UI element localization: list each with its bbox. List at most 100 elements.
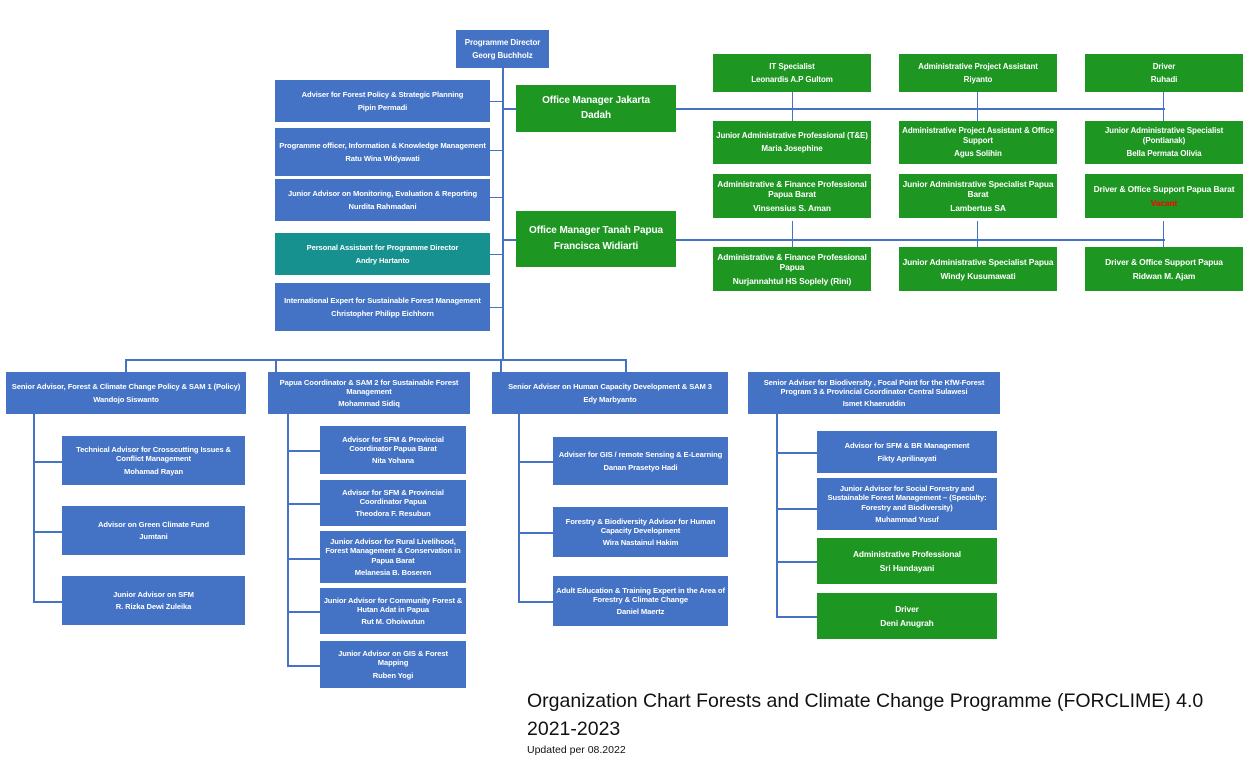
node-title: Office Manager Jakarta — [542, 94, 650, 106]
node-sam3-head[interactable]: Senior Adviser on Human Capacity Develop… — [492, 372, 728, 414]
node-title: Junior Advisor for Social Forestry and S… — [827, 484, 987, 512]
node-person: Christopher Philipp Eichhorn — [331, 308, 434, 318]
node-administrative-project-assistant[interactable]: Administrative Project Assistant Riyanto — [899, 54, 1057, 92]
node-title: Senior Adviser on Human Capacity Develop… — [508, 382, 712, 392]
node-office-manager-jakarta[interactable]: Office Manager Jakarta Dadah — [516, 85, 676, 132]
node-junior-admin-specialist-pontianak[interactable]: Junior Administrative Specialist (Pontia… — [1085, 121, 1243, 164]
node-person: Rut M. Ohoiwutun — [361, 617, 425, 627]
node-admin-finance-professional-papua[interactable]: Administrative & Finance Professional Pa… — [713, 247, 871, 291]
node-junior-admin-professional-te[interactable]: Junior Administrative Professional (T&E)… — [713, 121, 871, 164]
node-sam1-report-1[interactable]: Technical Advisor for Crosscutting Issue… — [62, 436, 245, 485]
node-person: Andry Hartanto — [355, 255, 410, 265]
node-office-manager-tanah-papua[interactable]: Office Manager Tanah Papua Francisca Wid… — [516, 211, 676, 267]
node-junior-admin-specialist-papua[interactable]: Junior Administrative Specialist Papua W… — [899, 247, 1057, 291]
node-person: Ratu Wina Widyawati — [345, 153, 420, 163]
node-person: Edy Marbyanto — [583, 394, 637, 404]
node-title: Administrative Project Assistant — [918, 61, 1038, 71]
node-title: Junior Advisor on GIS & Forest Mapping — [338, 649, 448, 668]
node-admin-project-assistant-office-support[interactable]: Administrative Project Assistant & Offic… — [899, 121, 1057, 164]
node-driver-jakarta[interactable]: Driver Ruhadi — [1085, 54, 1243, 92]
node-sam4-report-4[interactable]: Driver Deni Anugrah — [817, 593, 997, 639]
connector-stub-staff-2 — [490, 150, 504, 151]
org-chart-canvas: Programme Director Georg Buchholz Office… — [0, 0, 1250, 768]
connector-stub-staff-1 — [490, 101, 504, 102]
node-person: Danan Prasetyo Hadi — [603, 462, 678, 472]
node-title: Papua Coordinator & SAM 2 for Sustainabl… — [279, 377, 459, 396]
node-international-expert-sfm[interactable]: International Expert for Sustainable For… — [275, 283, 490, 331]
node-person: Mohamad Rayan — [123, 466, 184, 476]
node-programme-officer-knowledge[interactable]: Programme officer, Information & Knowled… — [275, 128, 490, 176]
node-sam1-head[interactable]: Senior Advisor, Forest & Climate Change … — [6, 372, 246, 414]
connector-jakarta-spine — [676, 108, 1165, 110]
node-sam2-report-3[interactable]: Junior Advisor for Rural Livelihood, For… — [320, 531, 466, 583]
node-person: Riyanto — [963, 74, 993, 84]
node-sam1-report-3[interactable]: Junior Advisor on SFM R. Rizka Dewi Zule… — [62, 576, 245, 625]
node-title: Advisor on Green Climate Fund — [97, 519, 210, 529]
connector-sam4-branch-1 — [776, 452, 817, 454]
node-title: Administrative & Finance Professional Pa… — [717, 179, 867, 200]
node-it-specialist[interactable]: IT Specialist Leonardis A.P Gultom — [713, 54, 871, 92]
node-person: Pipin Permadi — [357, 102, 408, 112]
connector-sam-drop-1 — [125, 359, 127, 373]
node-person: Vacant — [1150, 197, 1178, 208]
node-person: Jumtani — [139, 532, 168, 541]
node-title: Driver & Office Support Papua — [1105, 257, 1223, 268]
node-person: Ruhadi — [1150, 74, 1178, 84]
node-sam1-report-2[interactable]: Advisor on Green Climate Fund Jumtani — [62, 506, 245, 555]
node-driver-office-support-papua-barat[interactable]: Driver & Office Support Papua Barat Vaca… — [1085, 174, 1243, 218]
node-title: Forestry & Biodiversity Advisor for Huma… — [565, 516, 716, 535]
connector-sam2-branch-1 — [287, 450, 320, 452]
node-sam2-head[interactable]: Papua Coordinator & SAM 2 for Sustainabl… — [268, 372, 470, 414]
node-sam2-report-1[interactable]: Advisor for SFM & Provincial Coordinator… — [320, 426, 466, 474]
node-person: Fikty Aprilinayati — [877, 453, 937, 463]
connector-sam3-branch-3 — [518, 601, 553, 603]
node-junior-advisor-monitoring[interactable]: Junior Advisor on Monitoring, Evaluation… — [275, 179, 490, 221]
node-driver-office-support-papua[interactable]: Driver & Office Support Papua Ridwan M. … — [1085, 247, 1243, 291]
connector-stub-staff-5 — [490, 307, 504, 308]
node-personal-assistant[interactable]: Personal Assistant for Programme Directo… — [275, 233, 490, 275]
connector-sam2-branch-3 — [287, 558, 320, 560]
node-title: Driver — [895, 604, 919, 615]
node-person: Ruben Yogi — [372, 670, 414, 680]
node-title: Junior Advisor for Community Forest & Hu… — [323, 595, 463, 614]
node-title: IT Specialist — [769, 61, 815, 71]
connector-sam1-spine — [33, 414, 35, 601]
node-sam4-report-1[interactable]: Advisor for SFM & BR Management Fikty Ap… — [817, 431, 997, 473]
caption-line-1: Organization Chart Forests and Climate C… — [527, 690, 1204, 712]
node-programme-director[interactable]: Programme Director Georg Buchholz — [456, 30, 549, 68]
connector-sam-drop-4 — [625, 359, 627, 373]
node-title: Junior Advisor for Rural Livelihood, For… — [325, 537, 461, 565]
connector-sam4-branch-3 — [776, 561, 817, 563]
node-sam4-report-2[interactable]: Junior Advisor for Social Forestry and S… — [817, 478, 997, 530]
node-sam3-report-3[interactable]: Adult Education & Training Expert in the… — [553, 576, 728, 626]
node-admin-finance-professional-papua-barat[interactable]: Administrative & Finance Professional Pa… — [713, 174, 871, 218]
connector-stub-office-jakarta — [502, 108, 516, 110]
connector-sam-drop-2 — [275, 359, 277, 373]
node-adviser-forest-policy[interactable]: Adviser for Forest Policy & Strategic Pl… — [275, 80, 490, 122]
node-title: Junior Administrative Professional (T&E) — [716, 131, 868, 141]
node-sam2-report-2[interactable]: Advisor for SFM & Provincial Coordinator… — [320, 480, 466, 526]
node-person: Leonardis A.P Gultom — [751, 74, 833, 84]
node-sam4-head[interactable]: Senior Adviser for Biodiversity , Focal … — [748, 372, 1000, 414]
connector-sam2-branch-2 — [287, 503, 320, 505]
node-person: Lambertus SA — [950, 202, 1006, 213]
node-junior-admin-specialist-papua-barat[interactable]: Junior Administrative Specialist Papua B… — [899, 174, 1057, 218]
connector-sam2-branch-5 — [287, 665, 320, 667]
node-person: Deni Anugrah — [880, 617, 934, 628]
connector-sam3-spine — [518, 414, 520, 601]
connector-sam4-branch-4 — [776, 616, 817, 618]
connector-papua-spine — [676, 239, 1165, 241]
node-title: Driver — [1152, 61, 1176, 71]
node-title: Administrative Project Assistant & Offic… — [902, 126, 1054, 146]
node-person: Maria Josephine — [761, 144, 823, 153]
node-sam4-report-3[interactable]: Administrative Professional Sri Handayan… — [817, 538, 997, 584]
node-sam2-report-5[interactable]: Junior Advisor on GIS & Forest Mapping R… — [320, 641, 466, 688]
node-sam2-report-4[interactable]: Junior Advisor for Community Forest & Hu… — [320, 588, 466, 634]
node-person: Ridwan M. Ajam — [1132, 270, 1196, 281]
node-sam3-report-1[interactable]: Adviser for GIS / remote Sensing & E-Lea… — [553, 437, 728, 485]
connector-sam2-branch-4 — [287, 611, 320, 613]
node-person: Ismet Khaeruddin — [842, 399, 906, 409]
connector-sam1-branch-1 — [33, 461, 62, 463]
connector-sam4-branch-2 — [776, 508, 817, 510]
node-sam3-report-2[interactable]: Forestry & Biodiversity Advisor for Huma… — [553, 507, 728, 557]
